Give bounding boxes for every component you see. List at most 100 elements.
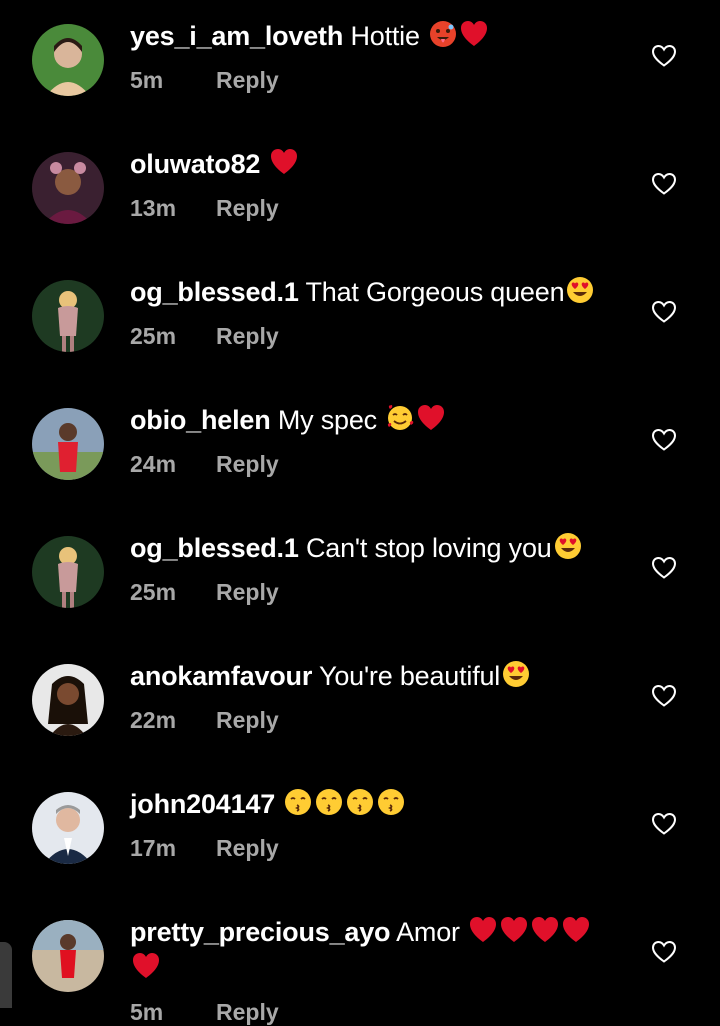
heart-eyes-emoji-icon xyxy=(501,659,531,689)
reply-button[interactable]: Reply xyxy=(216,451,279,477)
comment-item: anokamfavour You're beautiful 22m Reply xyxy=(0,640,720,768)
comment-text: Can't stop loving you xyxy=(305,533,552,563)
comment-item: oluwato82 13m Reply xyxy=(0,128,720,256)
reply-button[interactable]: Reply xyxy=(216,835,279,861)
red-heart-emoji-icon xyxy=(416,403,446,433)
comment-time: 24m xyxy=(130,451,177,477)
comment-line: john204147 xyxy=(130,786,610,822)
like-button[interactable] xyxy=(651,172,677,196)
reply-button[interactable]: Reply xyxy=(216,323,279,349)
comment-text: You're beautiful xyxy=(319,661,501,691)
comment-item: obio_helen My spec 24m Reply xyxy=(0,384,720,512)
comment-meta: 24m Reply xyxy=(130,450,610,478)
like-button[interactable] xyxy=(651,300,677,324)
heart-outline-icon xyxy=(651,172,677,195)
like-button[interactable] xyxy=(651,812,677,836)
comment-body: oluwato82 13m Reply xyxy=(130,146,610,222)
reply-button[interactable]: Reply xyxy=(216,67,279,93)
like-button[interactable] xyxy=(651,44,677,68)
username[interactable]: og_blessed.1 xyxy=(130,533,299,563)
username[interactable]: obio_helen xyxy=(130,405,271,435)
comment-item: yes_i_am_loveth Hottie 5m Reply xyxy=(0,0,720,128)
kissing-face-emoji-icon xyxy=(314,787,344,817)
kissing-face-emoji-icon xyxy=(283,787,313,817)
username[interactable]: og_blessed.1 xyxy=(130,277,299,307)
heart-outline-icon xyxy=(651,812,677,835)
avatar[interactable] xyxy=(32,280,104,352)
comment-body: obio_helen My spec 24m Reply xyxy=(130,402,610,478)
username[interactable]: yes_i_am_loveth xyxy=(130,21,343,51)
heart-outline-icon xyxy=(651,44,677,67)
comment-body: og_blessed.1 That Gorgeous queen 25m Repl… xyxy=(130,274,610,350)
comment-meta: 5m Reply xyxy=(130,66,610,94)
red-heart-emoji-icon xyxy=(530,915,560,945)
comment-line: yes_i_am_loveth Hottie xyxy=(130,18,610,54)
avatar[interactable] xyxy=(32,792,104,864)
comment-line: oluwato82 xyxy=(130,146,610,182)
red-heart-emoji-icon xyxy=(269,147,299,177)
heart-eyes-emoji-icon xyxy=(565,275,595,305)
reply-button[interactable]: Reply xyxy=(216,707,279,733)
comment-meta: 25m Reply xyxy=(130,578,610,606)
username[interactable]: john204147 xyxy=(130,789,275,819)
avatar[interactable] xyxy=(32,24,104,96)
comment-text: My spec xyxy=(277,405,377,435)
comment-line: og_blessed.1 Can't stop loving you xyxy=(130,530,610,566)
comment-item: og_blessed.1 Can't stop loving you 25m Re… xyxy=(0,512,720,640)
like-button[interactable] xyxy=(651,684,677,708)
comment-line: obio_helen My spec xyxy=(130,402,610,438)
username[interactable]: oluwato82 xyxy=(130,149,260,179)
comment-time: 5m xyxy=(130,999,164,1025)
red-heart-emoji-icon xyxy=(499,915,529,945)
comment-time: 25m xyxy=(130,323,177,349)
comment-text: Amor xyxy=(396,917,460,947)
username[interactable]: anokamfavour xyxy=(130,661,312,691)
avatar[interactable] xyxy=(32,664,104,736)
comment-time: 17m xyxy=(130,835,177,861)
comment-body: yes_i_am_loveth Hottie 5m Reply xyxy=(130,18,610,94)
like-button[interactable] xyxy=(651,428,677,452)
comment-item: john204147 17m Reply xyxy=(0,768,720,896)
comment-body: john204147 17m Reply xyxy=(130,786,610,862)
red-heart-emoji-icon xyxy=(468,915,498,945)
smiling-hearts-emoji-icon xyxy=(385,403,415,433)
comment-time: 22m xyxy=(130,707,177,733)
comment-meta: 22m Reply xyxy=(130,706,610,734)
red-heart-emoji-icon xyxy=(561,915,591,945)
comment-meta: 13m Reply xyxy=(130,194,610,222)
reply-button[interactable]: Reply xyxy=(216,999,279,1025)
reply-button[interactable]: Reply xyxy=(216,195,279,221)
heart-outline-icon xyxy=(651,428,677,451)
heart-outline-icon xyxy=(651,684,677,707)
like-button[interactable] xyxy=(651,940,677,964)
kissing-face-emoji-icon xyxy=(345,787,375,817)
avatar[interactable] xyxy=(32,920,104,992)
comment-meta: 17m Reply xyxy=(130,834,610,862)
heart-outline-icon xyxy=(651,940,677,963)
heart-eyes-emoji-icon xyxy=(553,531,583,561)
heart-outline-icon xyxy=(651,556,677,579)
comment-body: anokamfavour You're beautiful 22m Reply xyxy=(130,658,610,734)
comment-meta: 25m Reply xyxy=(130,322,610,350)
kissing-face-emoji-icon xyxy=(376,787,406,817)
comment-time: 5m xyxy=(130,67,164,93)
comment-line: pretty_precious_ayo Amor xyxy=(130,914,610,986)
comment-text: That Gorgeous queen xyxy=(305,277,565,307)
comment-list: yes_i_am_loveth Hottie 5m Reply oluwato82… xyxy=(0,0,720,1026)
comment-line: anokamfavour You're beautiful xyxy=(130,658,610,694)
comment-meta: 5m Reply xyxy=(130,998,610,1026)
comment-time: 25m xyxy=(130,579,177,605)
red-heart-emoji-icon xyxy=(459,19,489,49)
comment-time: 13m xyxy=(130,195,177,221)
reply-button[interactable]: Reply xyxy=(216,579,279,605)
avatar[interactable] xyxy=(32,536,104,608)
comment-body: pretty_precious_ayo Amor 5m Reply xyxy=(130,914,610,1026)
red-heart-emoji-icon xyxy=(131,951,161,981)
username[interactable]: pretty_precious_ayo xyxy=(130,917,391,947)
like-button[interactable] xyxy=(651,556,677,580)
comment-body: og_blessed.1 Can't stop loving you 25m Re… xyxy=(130,530,610,606)
side-panel-handle[interactable] xyxy=(0,942,12,1008)
avatar[interactable] xyxy=(32,408,104,480)
comment-text: Hottie xyxy=(350,21,420,51)
avatar[interactable] xyxy=(32,152,104,224)
